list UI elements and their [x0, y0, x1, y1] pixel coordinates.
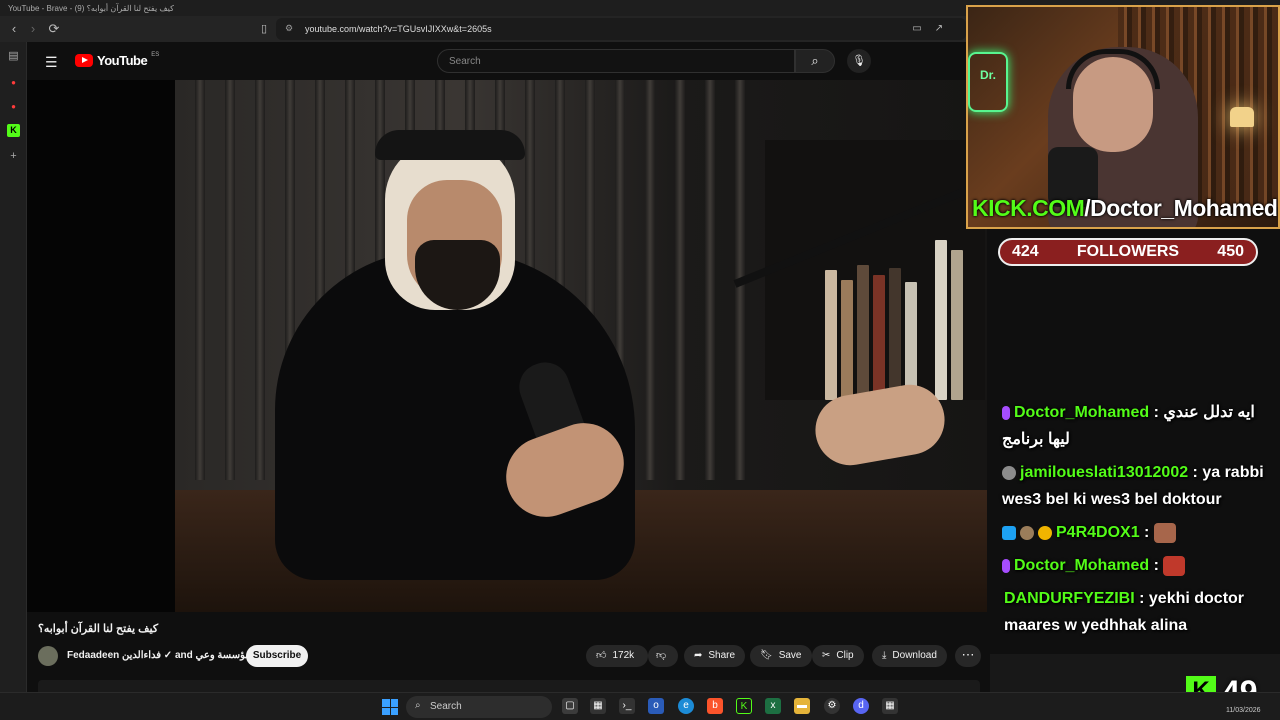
bookmark-icon[interactable]: ▯	[255, 20, 273, 38]
taskbar-search-placeholder: Search	[430, 701, 462, 712]
bookmark-add-icon: 🔖︎	[760, 650, 773, 661]
save-button[interactable]: 🔖︎ Save	[750, 645, 812, 667]
sidebar-kick-icon[interactable]: K	[7, 124, 20, 137]
back-icon[interactable]: ‹	[5, 20, 23, 38]
edge-browser-icon[interactable]: e	[678, 698, 694, 714]
kick-channel-path: /Doctor_Mohamed	[1084, 195, 1278, 221]
brave-browser-icon[interactable]: b	[707, 698, 723, 714]
chat-username: P4R4DOX1	[1056, 524, 1140, 541]
kick-app-icon[interactable]: K	[736, 698, 752, 714]
chat-username: Doctor_Mohamed	[1014, 557, 1150, 574]
youtube-header: ☰ YouTube ES Search ⌕ 🎙	[27, 42, 987, 80]
subscriber-badge-icon	[1038, 525, 1052, 540]
taskbar-date: 11/03/2026	[1226, 707, 1261, 714]
followers-goal: 450	[1217, 243, 1244, 260]
browser-sidebar: ▤ ● ● K +	[0, 42, 27, 692]
dislike-button[interactable]: 👎︎	[648, 645, 678, 667]
chat-username: jamiloueslati13012002	[1020, 464, 1189, 481]
youtube-logo-text: YouTube	[97, 53, 148, 68]
download-button[interactable]: ⤓ Download	[872, 645, 947, 667]
windows-taskbar: ⌕ Search ▢ ▦ ›_ o e b K x ▬ ⚙ d ▦ 11/03/…	[0, 692, 1280, 720]
emote-image	[1153, 522, 1176, 543]
download-icon: ⤓	[882, 650, 887, 661]
more-actions-icon[interactable]: ⋯	[955, 645, 981, 667]
channel-url-banner: KICK.COM/Doctor_Mohamed	[972, 195, 1278, 222]
discord-app-icon[interactable]: d	[853, 698, 869, 714]
file-explorer-icon[interactable]: ▬	[794, 698, 810, 714]
search-button[interactable]: ⌕	[795, 49, 835, 73]
sidebar-youtube-icon[interactable]: ●	[7, 76, 20, 89]
sidebar-add-icon[interactable]: +	[7, 150, 20, 163]
calendar-app-icon[interactable]: ▦	[590, 698, 606, 714]
apps-grid-icon[interactable]: ▦	[882, 698, 898, 714]
video-frame	[175, 80, 987, 612]
thumbs-up-icon: 👍︎	[596, 650, 607, 661]
og-badge-icon	[1020, 525, 1034, 540]
window-title: YouTube - Brave - كيف يفتح لنا القرآن أب…	[8, 4, 174, 13]
reload-icon[interactable]: ⟳	[45, 20, 63, 38]
verified-badge-icon	[1002, 525, 1016, 540]
task-view-icon[interactable]: ▢	[562, 698, 578, 714]
kick-domain: KICK.COM	[972, 195, 1085, 221]
address-bar[interactable]: ⚙ youtube.com/watch?v=TGUsvIJIXXw&t=2605…	[276, 18, 966, 40]
outlook-app-icon[interactable]: o	[648, 698, 664, 714]
share-button[interactable]: ➦ Share	[684, 645, 746, 667]
search-input[interactable]: Search	[437, 49, 795, 73]
chat-message: P4R4DOX1 :	[992, 516, 1280, 549]
terminal-app-icon[interactable]: ›_	[619, 698, 635, 714]
chat-overlay: Doctor_Mohamed : ايه تدلل عندي ليها برنا…	[992, 396, 1280, 652]
sidebar-youtube-music-icon[interactable]: ●	[7, 100, 20, 113]
channel-name[interactable]: Fedaadeen فداءالدين ✓ and مؤسسة وعي	[67, 650, 251, 661]
mic-badge-icon	[1002, 405, 1010, 420]
sidebar-panel-icon[interactable]: ▤	[7, 50, 20, 63]
cast-icon[interactable]: ▭	[908, 20, 926, 38]
webcam-overlay: Dr. KICK.COM/Doctor_Mohamed	[966, 5, 1280, 229]
clip-button[interactable]: ✂ Clip	[812, 645, 864, 667]
avatar-badge-icon	[1002, 465, 1016, 480]
like-count: 172k	[612, 650, 635, 661]
clip-label: Clip	[836, 650, 854, 661]
description-box[interactable]	[38, 680, 980, 692]
save-label: Save	[778, 650, 802, 661]
channel-avatar[interactable]	[38, 646, 58, 666]
url-text: youtube.com/watch?v=TGUsvIJIXXw&t=2605s	[305, 24, 492, 34]
windows-start-icon[interactable]	[382, 699, 398, 715]
spreadsheet-app-icon[interactable]: x	[765, 698, 781, 714]
settings-app-icon[interactable]: ⚙	[824, 698, 840, 714]
search-icon: ⌕	[415, 700, 421, 711]
share-label: Share	[708, 650, 736, 661]
taskbar-search[interactable]: ⌕ Search	[406, 696, 552, 718]
download-label: Download	[892, 650, 937, 661]
chat-username: DANDURFYEZIBI	[1004, 590, 1135, 607]
voice-search-icon[interactable]: 🎙	[847, 49, 871, 73]
subscribe-button[interactable]: Subscribe	[246, 645, 308, 667]
forward-icon[interactable]: ›	[24, 20, 42, 38]
emote-image	[1163, 555, 1186, 576]
hamburger-menu-icon[interactable]: ☰	[45, 54, 58, 71]
share-icon: ➦	[694, 650, 703, 661]
chat-message: Doctor_Mohamed :	[992, 549, 1280, 582]
lamp-image	[1230, 107, 1254, 127]
followers-label: FOLLOWERS	[1076, 243, 1180, 260]
followers-goal-bar: 424 FOLLOWERS 450	[998, 238, 1258, 266]
like-button[interactable]: 👍︎ 172k	[586, 645, 648, 667]
youtube-play-icon	[75, 54, 93, 67]
site-info-icon[interactable]: ⚙	[285, 23, 293, 34]
chat-message: jamiloueslati13012002 : ya rabbi wes3 be…	[1002, 464, 1264, 508]
chat-message: DANDURFYEZIBI : yekhi doctor maares w ye…	[1004, 590, 1245, 634]
video-player[interactable]	[27, 80, 987, 612]
video-title: كيف يفتح لنا القرآن أبوابه؟	[38, 623, 159, 635]
thumbs-down-icon: 👎︎	[656, 650, 667, 661]
share-page-icon[interactable]: ↗	[930, 20, 948, 38]
youtube-logo[interactable]: YouTube ES	[75, 51, 160, 68]
mic-badge-icon	[1002, 558, 1010, 573]
scissors-icon: ✂	[822, 650, 831, 661]
chat-username: Doctor_Mohamed	[1014, 404, 1150, 421]
chat-message: Doctor_Mohamed : ايه تدلل عندي ليها برنا…	[1002, 404, 1255, 448]
followers-current: 424	[1012, 243, 1039, 260]
neon-sign: Dr.	[968, 52, 1008, 112]
region-code: ES	[151, 51, 160, 58]
search-icon: ⌕	[811, 53, 819, 68]
